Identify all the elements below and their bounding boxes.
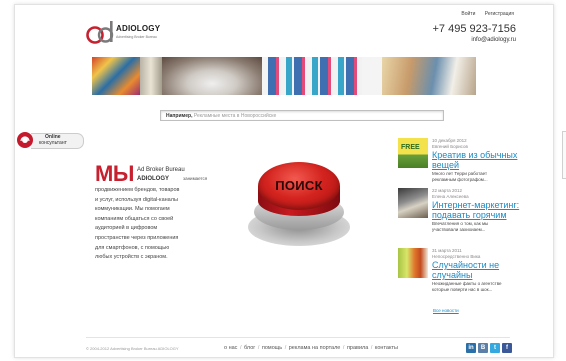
consultant-label: консультант: [39, 140, 67, 146]
intro-description-line: пространстве через приложения: [95, 234, 179, 241]
footer-link-about[interactable]: о нас: [224, 345, 237, 351]
news-excerpt-line: участвовали захихиаем...: [432, 227, 486, 232]
news-thumbnail[interactable]: FREE: [398, 138, 428, 168]
news-author: Елена Алексеева: [432, 194, 469, 199]
logo-mark-icon: [86, 21, 114, 44]
news-title-line: подавать горячим: [432, 210, 507, 220]
news-excerpt-line: рекламным фотографом...: [432, 177, 488, 182]
auth-links: Войти Регистрация: [453, 11, 514, 17]
news-title-link[interactable]: Креатив из обычных вещей: [432, 150, 517, 170]
site-logo[interactable]: ADIOLOGY Advertising Broker Bureau: [86, 20, 196, 48]
news-date: 31 марта 2011: [432, 248, 462, 253]
footer-link-rules[interactable]: правила: [347, 345, 368, 351]
news-title-line: вещей: [432, 160, 460, 170]
intro-description-line: продвижением брендов, товаров: [95, 187, 180, 193]
search-input[interactable]: Например, Рекламные места в Новороссийск…: [160, 110, 444, 121]
intro-description-line: для смартфонов, с помощью: [95, 244, 170, 251]
banner-man-image: [382, 57, 476, 95]
intro-brand-tail: занимается: [183, 176, 208, 181]
intro-description-line: аудиторией в цифровом: [95, 225, 158, 232]
news-title-line: случайны: [432, 270, 473, 280]
side-feedback-tab[interactable]: [562, 131, 566, 179]
news-author: Евгений Борисов: [432, 144, 468, 149]
search-placeholder: Рекламные места в Новороссийске: [193, 113, 277, 119]
copyright-text: © 2004-2012 Advertising Broker Bureau AD…: [86, 346, 179, 351]
footer-nav: о нас / блог / помощь / реклама на порта…: [224, 345, 398, 351]
search-example-label: Например,: [166, 113, 193, 119]
intro-description-line: коммуникации. Мы помогаем: [95, 206, 170, 213]
news-thumbnail[interactable]: [398, 248, 428, 278]
logo-name: ADIOLOGY: [116, 24, 161, 33]
all-news-link[interactable]: Все новости: [433, 308, 459, 313]
footer-link-blog[interactable]: блог: [244, 345, 255, 351]
footer-link-help[interactable]: помощь: [262, 345, 282, 351]
register-link[interactable]: Регистрация: [485, 11, 514, 17]
news-excerpt: Впечатления о том, как мы участвовали за…: [432, 221, 488, 233]
search-big-button-label: ПОИСК: [275, 178, 323, 193]
intro-headline: МЫ: [95, 161, 134, 186]
news-title-link[interactable]: Случайности не случайны: [432, 260, 499, 280]
footer-link-advertising[interactable]: реклама на портале: [289, 345, 341, 351]
login-link[interactable]: Войти: [461, 11, 475, 17]
intro-description: продвижением брендов, товаров и услуг, и…: [95, 186, 225, 263]
news-title-link[interactable]: Интернет-маркетинг: подавать горячим: [432, 200, 519, 220]
linkedin-icon[interactable]: in: [466, 343, 476, 353]
consultant-headset-icon: [17, 132, 33, 148]
news-author: Непосредственно Вика: [432, 254, 481, 259]
banner-ethnic-image: [92, 57, 140, 95]
email-address[interactable]: info@adiology.ru: [471, 37, 516, 43]
news-excerpt-line: которые поверти нас в шок...: [432, 287, 493, 292]
footer-divider: [86, 337, 510, 338]
banner-bottles-image: [268, 57, 362, 95]
footer-link-contacts[interactable]: контакты: [375, 345, 398, 351]
intro-description-line: любых устройств с экраном.: [95, 254, 168, 261]
intro-description-line: и услуг, используя digital-каналы: [95, 196, 178, 203]
hero-banner: [92, 57, 476, 95]
online-consultant-widget[interactable]: Online консультант: [17, 131, 84, 149]
facebook-icon[interactable]: f: [502, 343, 512, 353]
twitter-icon[interactable]: t: [490, 343, 500, 353]
phone-number: +7 495 923-7156: [432, 23, 517, 35]
blog-icon[interactable]: B: [478, 343, 488, 353]
intro-brand: ADIOLOGY: [137, 176, 170, 182]
banner-gap-image: [140, 57, 162, 95]
banner-beard-image: [162, 57, 262, 95]
news-excerpt: Неожиданные факты о агентстве которые по…: [432, 281, 502, 293]
news-thumbnail[interactable]: [398, 188, 428, 218]
intro-company: Ad Broker Bureau: [137, 167, 185, 173]
logo-tagline: Advertising Broker Bureau: [116, 35, 157, 39]
news-title-line: Интернет-маркетинг:: [432, 200, 520, 210]
intro-description-line: компаниям общаться со своей: [95, 215, 174, 222]
news-date: 10 декабря 2012: [432, 138, 467, 143]
news-excerpt: Много лет Терри работает рекламным фотог…: [432, 171, 488, 183]
news-title-line: Случайности не: [432, 260, 500, 270]
search-big-button[interactable]: ПОИСК: [244, 148, 354, 250]
news-title-line: Креатив из обычных: [432, 150, 518, 160]
news-date: 22 марта 2012: [432, 188, 463, 193]
news-thumbnail-label: FREE: [401, 144, 420, 151]
social-links: in B t f: [466, 343, 512, 353]
